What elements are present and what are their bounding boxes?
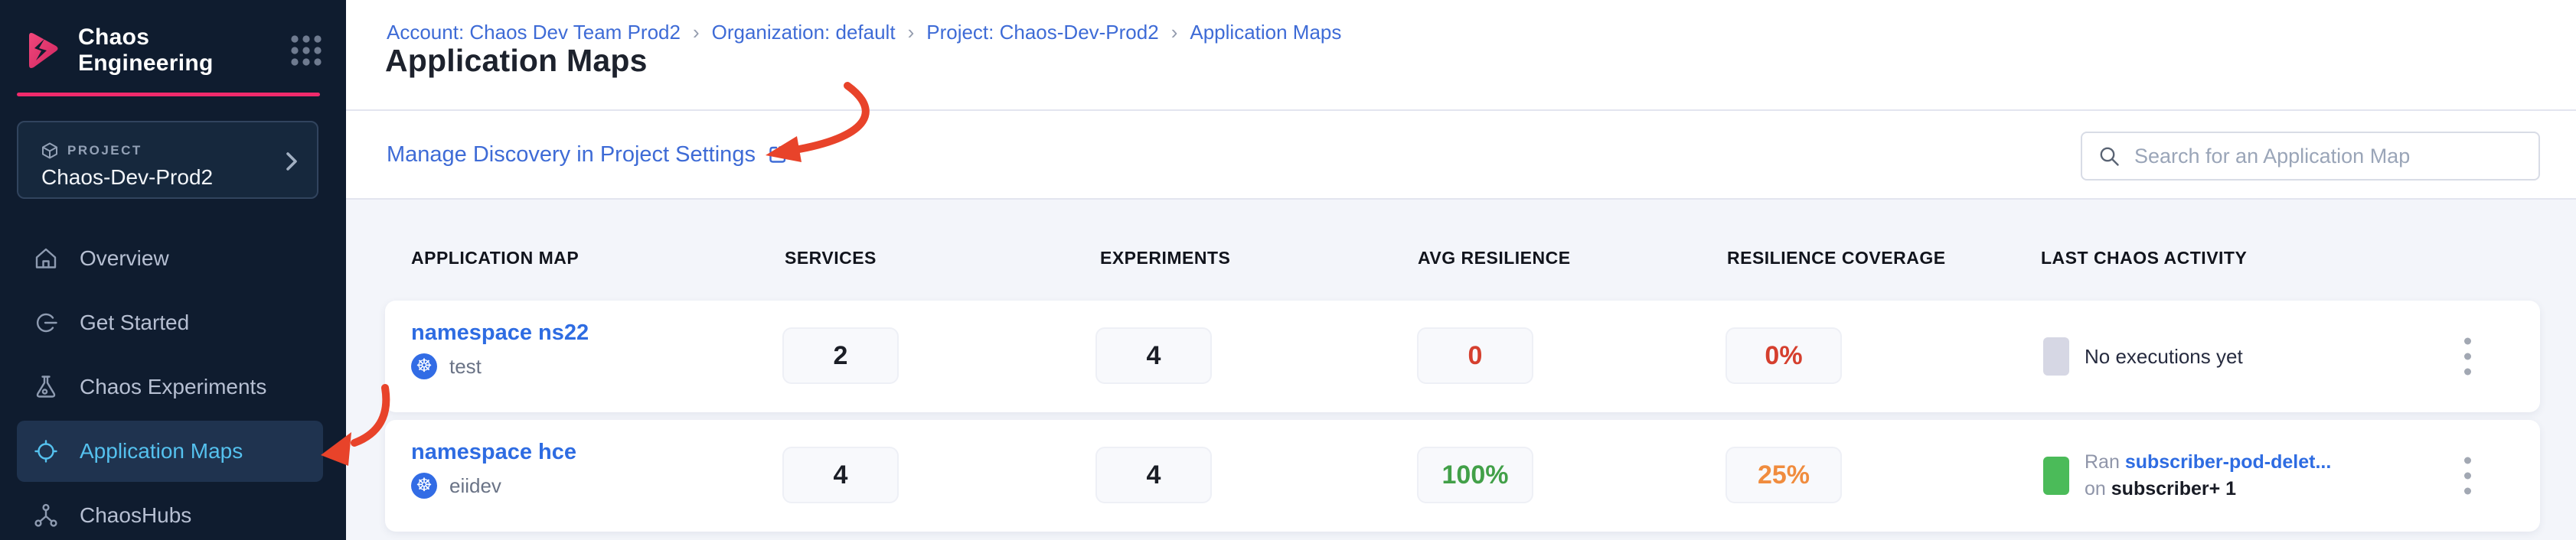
breadcrumb-organization[interactable]: Organization: default [712,21,896,44]
chevron-right-icon [285,150,299,173]
page-header: Account: Chaos Dev Team Prod2 › Organiza… [346,0,2576,111]
toolbar: Manage Discovery in Project Settings [346,111,2576,200]
environment-row: ☸ eiidev [411,473,576,499]
kubernetes-icon: ☸ [411,353,437,379]
application-maps-table: APPLICATION MAP SERVICES EXPERIMENTS AVG… [346,200,2576,540]
avg-resilience-value: 100% [1417,447,1533,503]
breadcrumb-application-maps[interactable]: Application Maps [1190,21,1341,44]
experiments-count: 4 [1095,327,1212,384]
search-input[interactable] [2133,144,2523,169]
sidebar-nav: Overview Get Started Chaos Experiment [0,226,346,540]
activity-target: subscriber+ 1 [2111,478,2236,499]
experiments-count: 4 [1095,447,1212,503]
services-count: 2 [782,327,899,384]
sidebar-item-label: Chaos Experiments [80,375,266,399]
application-maps-page: Chaos Engineering PROJECT Chaos-Dev-Prod… [0,0,2576,540]
sidebar-item-chaos-experiments[interactable]: Chaos Experiments [0,355,346,419]
hub-icon [32,502,60,529]
page-title: Application Maps [385,43,648,79]
column-header-experiments: EXPERIMENTS [1100,248,1230,268]
application-map-link[interactable]: namespace ns22 [411,320,589,345]
app-title: Chaos Engineering [78,24,289,76]
row-menu-kebab-icon[interactable] [2457,330,2479,383]
breadcrumb-account[interactable]: Account: Chaos Dev Team Prod2 [387,21,681,44]
activity-text: No executions yet [2085,345,2243,369]
environment-name: eiidev [449,474,501,498]
project-label-row: PROJECT [41,142,299,159]
target-icon [32,438,60,465]
breadcrumb-separator: › [908,21,915,44]
application-map-link[interactable]: namespace hce [411,440,576,464]
activity-on-label: on [2085,478,2106,499]
kubernetes-icon: ☸ [411,473,437,499]
avg-resilience-value: 0 [1417,327,1533,384]
environment-name: test [449,355,482,379]
flask-icon [32,373,60,401]
sidebar-item-application-maps[interactable]: Application Maps [17,421,323,482]
breadcrumb-project[interactable]: Project: Chaos-Dev-Prod2 [926,21,1158,44]
sidebar: Chaos Engineering PROJECT Chaos-Dev-Prod… [0,0,346,540]
activity-ran-label: Ran [2085,451,2120,473]
resilience-coverage-value: 25% [1725,447,1842,503]
manage-discovery-label: Manage Discovery in Project Settings [387,142,756,168]
sidebar-item-label: ChaosHubs [80,503,191,528]
chaos-engineering-logo-icon [21,29,61,72]
module-grid-icon[interactable] [289,34,323,67]
breadcrumb-separator: › [1171,21,1178,44]
column-header-avg-resilience: AVG RESILIENCE [1418,248,1571,268]
services-count: 4 [782,447,899,503]
sidebar-item-label: Overview [80,246,169,271]
column-header-resilience-coverage: RESILIENCE COVERAGE [1727,248,1946,268]
project-label: PROJECT [67,143,142,158]
home-icon [32,245,60,272]
sidebar-item-get-started[interactable]: Get Started [0,291,346,355]
sidebar-item-label: Get Started [80,311,189,335]
sidebar-item-overview[interactable]: Overview [0,226,346,291]
application-map-cell: namespace ns22 ☸ test [411,320,589,379]
breadcrumb: Account: Chaos Dev Team Prod2 › Organiza… [387,21,1341,44]
last-chaos-activity-cell: No executions yet [2043,337,2243,376]
row-menu-kebab-icon[interactable] [2457,450,2479,503]
manage-discovery-link[interactable]: Manage Discovery in Project Settings [387,142,789,168]
search-icon [2098,145,2121,168]
activity-lines: Ran subscriber-pod-delet... on subscribe… [2085,449,2331,503]
project-name: Chaos-Dev-Prod2 [41,165,299,190]
cube-icon [41,142,58,159]
environment-row: ☸ test [411,353,589,379]
get-started-icon [32,309,60,337]
content: Account: Chaos Dev Team Prod2 › Organiza… [346,0,2576,540]
column-header-application-map: APPLICATION MAP [411,248,579,268]
table-row[interactable]: namespace hce ☸ eiidev 4 4 100% 25% Ran … [385,420,2540,532]
breadcrumb-separator: › [693,21,700,44]
column-header-last-chaos-activity: LAST CHAOS ACTIVITY [2041,248,2247,268]
application-map-cell: namespace hce ☸ eiidev [411,440,576,499]
external-link-icon [766,143,789,166]
experiment-link[interactable]: subscriber-pod-delet... [2125,451,2331,473]
last-chaos-activity-cell: Ran subscriber-pod-delet... on subscribe… [2043,449,2331,503]
project-selector[interactable]: PROJECT Chaos-Dev-Prod2 [17,121,318,199]
accent-divider [17,93,320,96]
sidebar-header: Chaos Engineering [21,26,323,75]
sidebar-item-label: Application Maps [80,439,243,464]
search-box[interactable] [2081,132,2540,181]
sidebar-item-chaoshubs[interactable]: ChaosHubs [0,483,346,540]
resilience-coverage-value: 0% [1725,327,1842,384]
status-chip [2043,457,2069,495]
column-header-services: SERVICES [785,248,877,268]
table-row[interactable]: namespace ns22 ☸ test 2 4 0 0% No execut… [385,301,2540,412]
status-chip [2043,337,2069,376]
